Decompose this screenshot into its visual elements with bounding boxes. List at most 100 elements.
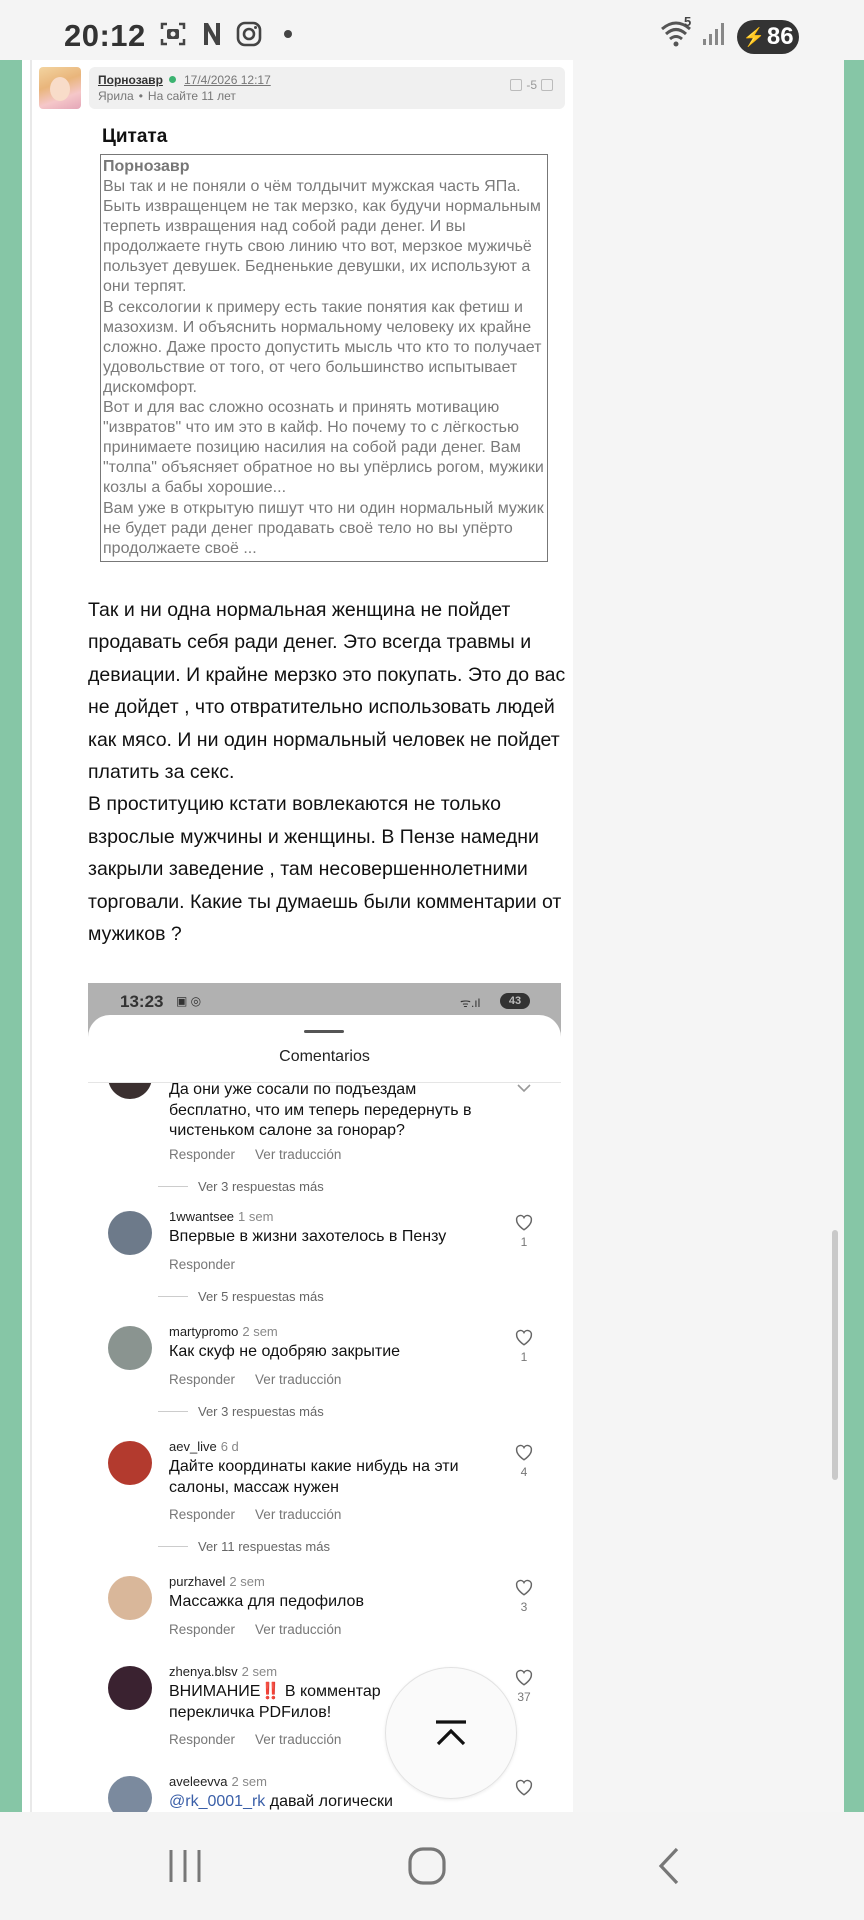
comment-actions: Responder [169, 1257, 235, 1272]
comment-time: 2 sem [241, 1664, 278, 1679]
page-border-left [0, 60, 22, 1812]
view-more-replies[interactable]: Ver 5 respuestas más [158, 1289, 324, 1304]
reply-button[interactable]: Responder [169, 1622, 235, 1637]
translate-button[interactable]: Ver traducción [255, 1147, 341, 1162]
post-date[interactable]: 17/4/2026 12:17 [184, 73, 271, 87]
embedded-status-icons: ▣ ◎ [176, 994, 202, 1008]
reply-button[interactable]: Responder [169, 1372, 235, 1387]
like-button[interactable]: 37 [513, 1668, 535, 1704]
home-button[interactable] [367, 1812, 487, 1920]
translate-button[interactable]: Ver traducción [255, 1507, 341, 1522]
comment-username[interactable]: aveleevva 2 sem [169, 1774, 267, 1789]
translate-button[interactable]: Ver traducción [255, 1372, 341, 1387]
signal-icon [700, 20, 728, 48]
vote-down-icon[interactable] [510, 79, 523, 91]
reply-button[interactable]: Responder [169, 1147, 235, 1162]
comment-username[interactable]: 1wwantsee 1 sem [169, 1209, 273, 1224]
author-link[interactable]: Порнозавр [98, 73, 163, 87]
comment-text: Дайте координаты какие нибудь на эти сал… [169, 1458, 459, 1496]
username[interactable]: purzhavel [169, 1574, 225, 1589]
heart-icon[interactable] [513, 1213, 535, 1231]
comment-avatar[interactable] [108, 1441, 152, 1485]
comment-username[interactable]: aev_live 6 d [169, 1439, 239, 1454]
scroll-to-top-button[interactable] [385, 1667, 517, 1799]
battery-indicator: ⚡ 86 [737, 20, 799, 54]
like-button[interactable] [513, 1778, 535, 1796]
bolt-icon: ⚡ [742, 26, 765, 47]
like-count: 1 [520, 1350, 528, 1364]
comment-text: Впервые в жизни захотелось в Пензу [169, 1228, 447, 1245]
heart-icon[interactable] [513, 1578, 535, 1596]
dot-icon [281, 20, 295, 48]
vote-up-icon[interactable] [541, 79, 553, 91]
post-header: Порнозавр 17/4/2026 12:17 Ярила • На сайте… [89, 67, 565, 109]
screenshot-icon [158, 20, 188, 48]
heart-icon[interactable] [513, 1668, 535, 1686]
translate-button[interactable]: Ver traducción [255, 1732, 341, 1747]
author-avatar[interactable] [39, 67, 81, 109]
like-button[interactable]: 4 [513, 1443, 535, 1479]
comment-avatar[interactable] [108, 1666, 152, 1710]
mention-link[interactable]: @rk_0001_rk [169, 1793, 265, 1810]
reply-button[interactable]: Responder [169, 1732, 235, 1747]
back-icon [658, 1847, 679, 1885]
heart-icon[interactable] [513, 1778, 535, 1796]
comment-time: 6 d [220, 1439, 239, 1454]
comment-avatar[interactable] [108, 1326, 152, 1370]
username[interactable]: martypromo [169, 1324, 238, 1339]
author-tenure: На сайте 11 лет [147, 89, 236, 103]
view-more-replies[interactable]: Ver 3 respuestas más [158, 1179, 324, 1194]
comment-username[interactable]: martypromo 2 sem [169, 1324, 278, 1339]
view-more-replies[interactable]: Ver 11 respuestas más [158, 1539, 330, 1554]
heart-icon[interactable] [513, 1443, 535, 1461]
quote-title: Цитата [102, 126, 168, 147]
reply-button[interactable]: Responder [169, 1507, 235, 1522]
online-indicator [169, 76, 176, 83]
like-count: 4 [520, 1465, 528, 1479]
username[interactable]: 1wwantsee [169, 1209, 234, 1224]
comment-username[interactable]: zhenya.blsv 2 sem [169, 1664, 277, 1679]
view-more-replies[interactable]: Ver 3 respuestas más [158, 1404, 324, 1419]
post-body: Так и ни одна нормальная женщина не пойд… [88, 599, 566, 946]
recents-button[interactable] [125, 1812, 245, 1920]
wifi-badge: 5 [684, 14, 692, 29]
instagram-icon [234, 20, 264, 48]
comment-actions: Responder Ver traducción [169, 1147, 341, 1162]
navigation-bar [0, 1812, 864, 1920]
username[interactable]: aveleevva [169, 1774, 228, 1789]
comment-username[interactable]: purzhavel 2 sem [169, 1574, 265, 1589]
comment-avatar[interactable] [108, 1776, 152, 1812]
scroll-top-icon [436, 1720, 466, 1746]
embedded-signal-icon: ᯤ.ıl [460, 996, 481, 1010]
like-button[interactable]: 1 [513, 1213, 535, 1249]
reply-button[interactable]: Responder [169, 1257, 235, 1272]
comment-time: 2 sem [231, 1774, 267, 1789]
comment-time: 2 sem [229, 1574, 265, 1589]
home-icon [408, 1847, 446, 1885]
back-button[interactable] [609, 1812, 729, 1920]
like-count: 37 [517, 1690, 531, 1704]
like-button[interactable]: 3 [513, 1578, 535, 1614]
forum-page[interactable]: Порнозавр 17/4/2026 12:17 Ярила • На сайте… [22, 60, 844, 1812]
username[interactable]: aev_live [169, 1439, 217, 1454]
comment-actions: Responder Ver traducción [169, 1372, 341, 1387]
right-panel [573, 60, 844, 1812]
divider [30, 60, 32, 1812]
comment-avatar[interactable] [108, 1211, 152, 1255]
status-time: 20:12 [64, 18, 146, 53]
translate-button[interactable]: Ver traducción [255, 1622, 341, 1637]
n-icon [200, 20, 224, 48]
chevron-down-icon[interactable] [513, 1083, 535, 1098]
username[interactable]: zhenya.blsv [169, 1664, 238, 1679]
author-rank: Ярила [98, 89, 134, 103]
like-count: 1 [520, 1235, 528, 1249]
battery-level: 86 [766, 23, 794, 50]
page-scrollbar[interactable] [832, 1230, 838, 1480]
heart-icon[interactable] [513, 1328, 535, 1346]
wifi-icon: 5 [660, 14, 696, 48]
like-button[interactable]: 1 [513, 1328, 535, 1364]
embedded-battery: 43 [500, 993, 530, 1009]
comment-avatar[interactable] [108, 1576, 152, 1620]
comment-time: 1 sem [238, 1209, 274, 1224]
comment-text: Массажка для педофилов [169, 1593, 364, 1610]
